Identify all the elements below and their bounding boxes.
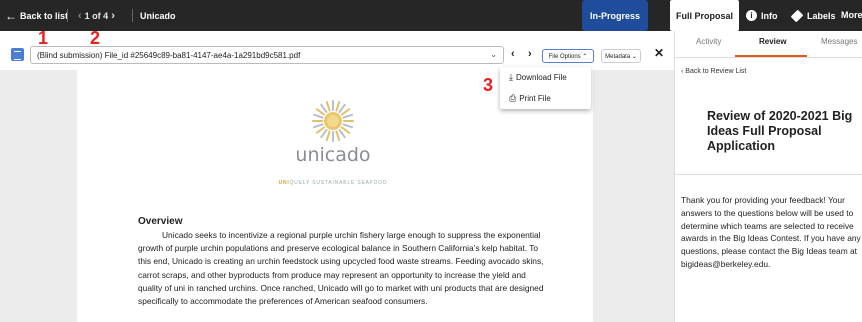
back-to-review-list-link[interactable]: ‹ Back to Review List — [681, 68, 746, 75]
pager-text: 1 of 4 — [84, 10, 109, 21]
info-button[interactable]: i Info — [746, 0, 778, 31]
info-icon: i — [746, 10, 757, 21]
print-icon: ⎙ — [509, 93, 517, 103]
overview-paragraph: Unicado seeks to incentivize a regional … — [138, 230, 544, 307]
labels-label: Labels — [807, 10, 836, 21]
file-options-button[interactable]: File Options ⌃ — [542, 49, 594, 63]
review-instructions: Thank you for providing your feedback! Y… — [681, 195, 861, 269]
sun-ray — [335, 100, 341, 112]
divider — [132, 9, 133, 22]
sun-ray — [320, 128, 328, 139]
document-icon[interactable] — [11, 48, 24, 61]
file-select[interactable]: (Blind submission) File_id #25649c89-ba8… — [30, 46, 504, 64]
sun-ray — [325, 130, 331, 142]
back-to-list-label: Back to list — [20, 10, 69, 21]
download-icon: ⤓ — [509, 72, 513, 82]
sun-ray — [315, 126, 326, 134]
sun-logo-icon — [312, 100, 354, 142]
print-label: Print File — [519, 94, 551, 103]
sun-ray — [312, 113, 324, 119]
prev-file-button[interactable]: ‹ — [511, 48, 515, 60]
pager: ‹ 1 of 4 › — [75, 0, 118, 31]
more-button[interactable]: More ⌄ — [841, 0, 862, 31]
logo-tagline: UNIQUELY SUSTAINABLE SEAFOOD — [260, 180, 406, 186]
arrow-left-icon: ← — [5, 8, 17, 23]
review-title: Review of 2020-2021 Big Ideas Full Propo… — [707, 109, 853, 153]
sun-ray — [320, 103, 328, 114]
download-label: Download File — [515, 73, 567, 82]
logo-wordmark: unicado — [295, 144, 371, 166]
sun-ray — [335, 130, 341, 142]
sun-ray — [325, 100, 331, 112]
next-file-button[interactable]: › — [528, 48, 532, 60]
close-icon[interactable]: ✕ — [654, 46, 664, 60]
tagline-rest: QUELY SUSTAINABLE SEAFOOD — [289, 180, 388, 186]
sun-ray — [338, 103, 346, 114]
sun-ray — [338, 128, 346, 139]
menu-item-print[interactable]: ⎙ Print File — [509, 93, 551, 104]
menu-item-download[interactable]: ⤓ Download File — [509, 72, 567, 83]
page-title: Unicado — [140, 10, 176, 21]
divider — [67, 9, 68, 22]
labels-button[interactable]: Labels — [790, 0, 836, 31]
tab-full-proposal[interactable]: Full Proposal — [670, 0, 740, 31]
metadata-button[interactable]: Metadata ⌄ — [601, 49, 641, 63]
status-badge[interactable]: In-Progress — [582, 0, 649, 31]
divider — [675, 57, 862, 58]
file-select-value: (Blind submission) File_id #25649c89-ba8… — [37, 50, 301, 60]
chevron-down-icon: ⌄ — [490, 50, 497, 59]
top-bar: ← Back to list ‹ 1 of 4 › Unicado In-Pro… — [0, 0, 862, 31]
sun-ray — [312, 123, 324, 129]
info-label: Info — [761, 10, 778, 21]
tab-activity[interactable]: Activity — [696, 37, 721, 46]
review-panel: Activity Review Messages ‹ Back to Revie… — [674, 31, 862, 322]
overview-heading: Overview — [138, 216, 183, 227]
tagline-uni: UNI — [278, 180, 290, 186]
file-options-menu: ⤓ Download File ⎙ Print File — [500, 67, 591, 109]
tab-review[interactable]: Review — [759, 37, 787, 46]
pager-next-icon[interactable]: › — [111, 10, 115, 22]
tab-messages[interactable]: Messages — [821, 37, 857, 46]
divider — [675, 174, 862, 175]
pager-prev-icon[interactable]: ‹ — [78, 10, 82, 22]
sun-ray — [340, 108, 351, 116]
sun-ray — [315, 108, 326, 116]
sun-ray — [342, 123, 354, 129]
sun-ray — [340, 126, 351, 134]
viewer-toolbar: (Blind submission) File_id #25649c89-ba8… — [0, 43, 674, 69]
sun-ray — [342, 113, 354, 119]
annotation-3: 3 — [483, 75, 494, 95]
tag-icon — [790, 9, 804, 22]
annotation-1: 1 — [38, 28, 49, 48]
back-to-list-button[interactable]: ← Back to list — [5, 0, 68, 31]
annotation-2: 2 — [90, 28, 101, 48]
